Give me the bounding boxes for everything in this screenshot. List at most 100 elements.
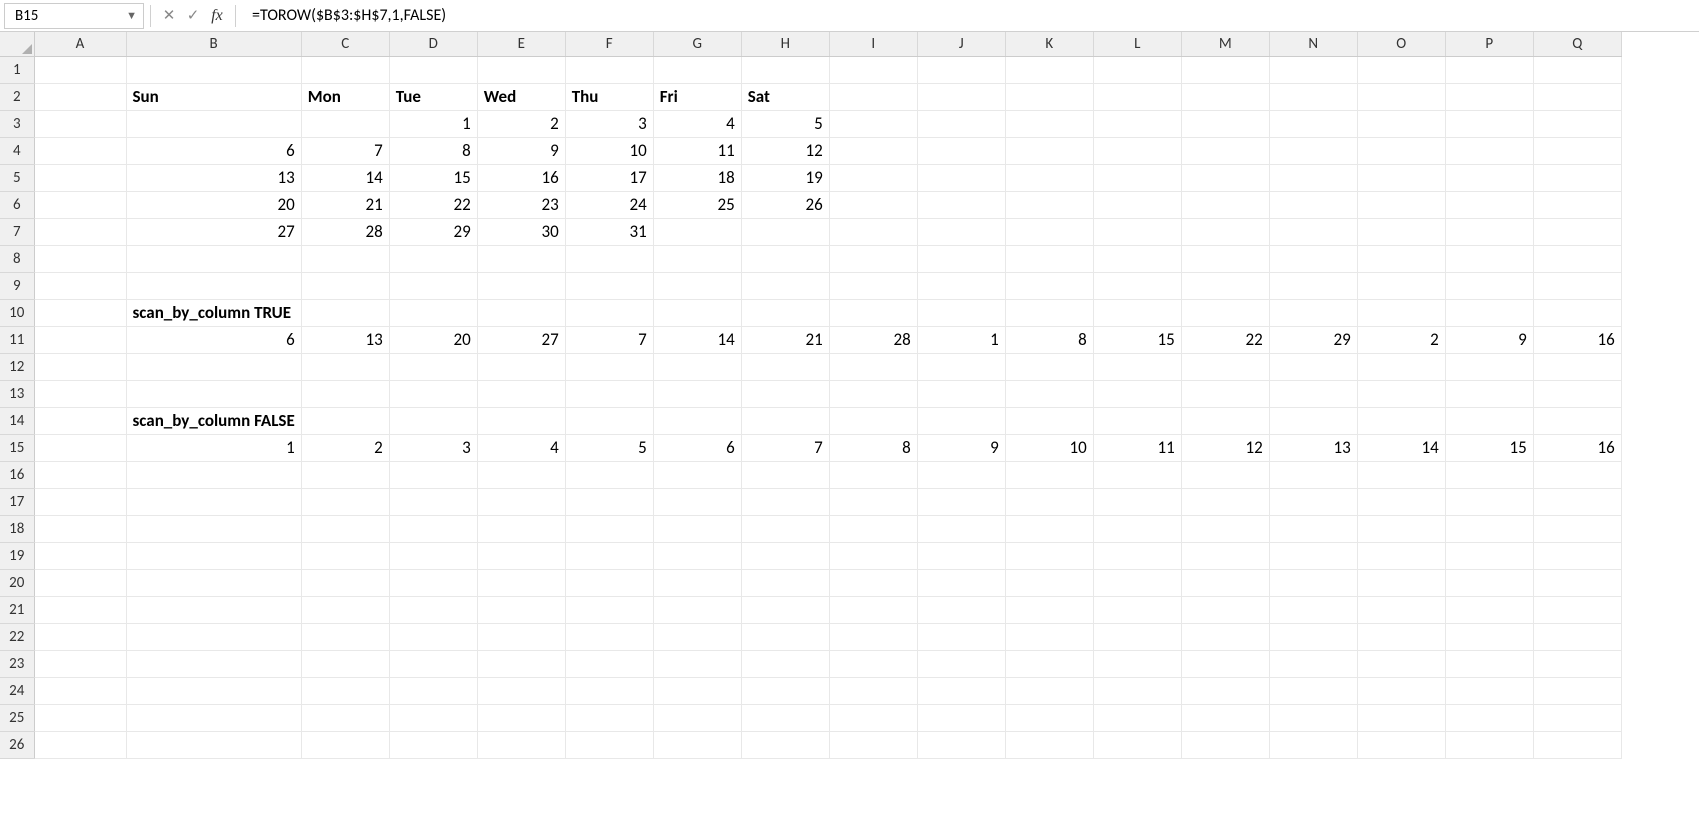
cell-B15[interactable]: 1 bbox=[126, 434, 301, 461]
cell-E23[interactable] bbox=[477, 650, 565, 677]
cell-C20[interactable] bbox=[301, 569, 389, 596]
cell-D2[interactable]: Tue bbox=[389, 83, 477, 110]
cell-N24[interactable] bbox=[1269, 677, 1357, 704]
row-header-19[interactable]: 19 bbox=[0, 542, 34, 569]
cell-E16[interactable] bbox=[477, 461, 565, 488]
cell-C12[interactable] bbox=[301, 353, 389, 380]
cell-B2[interactable]: Sun bbox=[126, 83, 301, 110]
cell-E3[interactable]: 2 bbox=[477, 110, 565, 137]
cell-C5[interactable]: 14 bbox=[301, 164, 389, 191]
cell-M22[interactable] bbox=[1181, 623, 1269, 650]
cell-A13[interactable] bbox=[34, 380, 126, 407]
cell-O23[interactable] bbox=[1357, 650, 1445, 677]
cell-M5[interactable] bbox=[1181, 164, 1269, 191]
cell-K24[interactable] bbox=[1005, 677, 1093, 704]
cell-D21[interactable] bbox=[389, 596, 477, 623]
cell-C21[interactable] bbox=[301, 596, 389, 623]
cell-L19[interactable] bbox=[1093, 542, 1181, 569]
cell-M16[interactable] bbox=[1181, 461, 1269, 488]
cell-G9[interactable] bbox=[653, 272, 741, 299]
cell-O22[interactable] bbox=[1357, 623, 1445, 650]
cell-K14[interactable] bbox=[1005, 407, 1093, 434]
cell-M20[interactable] bbox=[1181, 569, 1269, 596]
cell-L1[interactable] bbox=[1093, 56, 1181, 83]
cell-H13[interactable] bbox=[741, 380, 829, 407]
cell-Q26[interactable] bbox=[1533, 731, 1621, 758]
cell-H8[interactable] bbox=[741, 245, 829, 272]
cell-K26[interactable] bbox=[1005, 731, 1093, 758]
cell-F4[interactable]: 10 bbox=[565, 137, 653, 164]
cell-N11[interactable]: 29 bbox=[1269, 326, 1357, 353]
cell-F21[interactable] bbox=[565, 596, 653, 623]
cell-N15[interactable]: 13 bbox=[1269, 434, 1357, 461]
cell-F8[interactable] bbox=[565, 245, 653, 272]
cell-Q19[interactable] bbox=[1533, 542, 1621, 569]
cell-Q16[interactable] bbox=[1533, 461, 1621, 488]
cell-B26[interactable] bbox=[126, 731, 301, 758]
cell-I17[interactable] bbox=[829, 488, 917, 515]
cell-M6[interactable] bbox=[1181, 191, 1269, 218]
cell-M8[interactable] bbox=[1181, 245, 1269, 272]
cell-G14[interactable] bbox=[653, 407, 741, 434]
cell-M7[interactable] bbox=[1181, 218, 1269, 245]
cell-E17[interactable] bbox=[477, 488, 565, 515]
cell-P16[interactable] bbox=[1445, 461, 1533, 488]
cell-N14[interactable] bbox=[1269, 407, 1357, 434]
cell-G20[interactable] bbox=[653, 569, 741, 596]
cell-N2[interactable] bbox=[1269, 83, 1357, 110]
cell-N10[interactable] bbox=[1269, 299, 1357, 326]
cell-H4[interactable]: 12 bbox=[741, 137, 829, 164]
cell-E19[interactable] bbox=[477, 542, 565, 569]
cell-K18[interactable] bbox=[1005, 515, 1093, 542]
cell-P26[interactable] bbox=[1445, 731, 1533, 758]
cell-D16[interactable] bbox=[389, 461, 477, 488]
cell-A25[interactable] bbox=[34, 704, 126, 731]
cell-Q3[interactable] bbox=[1533, 110, 1621, 137]
cell-J5[interactable] bbox=[917, 164, 1005, 191]
cell-J16[interactable] bbox=[917, 461, 1005, 488]
cell-H10[interactable] bbox=[741, 299, 829, 326]
cell-L17[interactable] bbox=[1093, 488, 1181, 515]
cell-J20[interactable] bbox=[917, 569, 1005, 596]
cell-G6[interactable]: 25 bbox=[653, 191, 741, 218]
column-header-P[interactable]: P bbox=[1445, 32, 1533, 56]
cell-C1[interactable] bbox=[301, 56, 389, 83]
cell-E20[interactable] bbox=[477, 569, 565, 596]
cell-O7[interactable] bbox=[1357, 218, 1445, 245]
cell-J1[interactable] bbox=[917, 56, 1005, 83]
cell-P11[interactable]: 9 bbox=[1445, 326, 1533, 353]
row-header-8[interactable]: 8 bbox=[0, 245, 34, 272]
cell-F5[interactable]: 17 bbox=[565, 164, 653, 191]
row-header-18[interactable]: 18 bbox=[0, 515, 34, 542]
cell-K2[interactable] bbox=[1005, 83, 1093, 110]
cell-O14[interactable] bbox=[1357, 407, 1445, 434]
cell-G23[interactable] bbox=[653, 650, 741, 677]
cell-B25[interactable] bbox=[126, 704, 301, 731]
cell-M15[interactable]: 12 bbox=[1181, 434, 1269, 461]
cell-P22[interactable] bbox=[1445, 623, 1533, 650]
cell-K7[interactable] bbox=[1005, 218, 1093, 245]
cell-J19[interactable] bbox=[917, 542, 1005, 569]
row-header-15[interactable]: 15 bbox=[0, 434, 34, 461]
cell-H19[interactable] bbox=[741, 542, 829, 569]
column-header-C[interactable]: C bbox=[301, 32, 389, 56]
cell-G12[interactable] bbox=[653, 353, 741, 380]
cell-D1[interactable] bbox=[389, 56, 477, 83]
cell-I24[interactable] bbox=[829, 677, 917, 704]
cell-C7[interactable]: 28 bbox=[301, 218, 389, 245]
cell-E10[interactable] bbox=[477, 299, 565, 326]
cell-O17[interactable] bbox=[1357, 488, 1445, 515]
cell-E9[interactable] bbox=[477, 272, 565, 299]
row-header-23[interactable]: 23 bbox=[0, 650, 34, 677]
cell-E14[interactable] bbox=[477, 407, 565, 434]
cell-M24[interactable] bbox=[1181, 677, 1269, 704]
cell-F14[interactable] bbox=[565, 407, 653, 434]
cell-I25[interactable] bbox=[829, 704, 917, 731]
cell-H7[interactable] bbox=[741, 218, 829, 245]
cell-I6[interactable] bbox=[829, 191, 917, 218]
cell-Q22[interactable] bbox=[1533, 623, 1621, 650]
cell-C14[interactable] bbox=[301, 407, 389, 434]
cell-G11[interactable]: 14 bbox=[653, 326, 741, 353]
cell-P6[interactable] bbox=[1445, 191, 1533, 218]
cell-P8[interactable] bbox=[1445, 245, 1533, 272]
